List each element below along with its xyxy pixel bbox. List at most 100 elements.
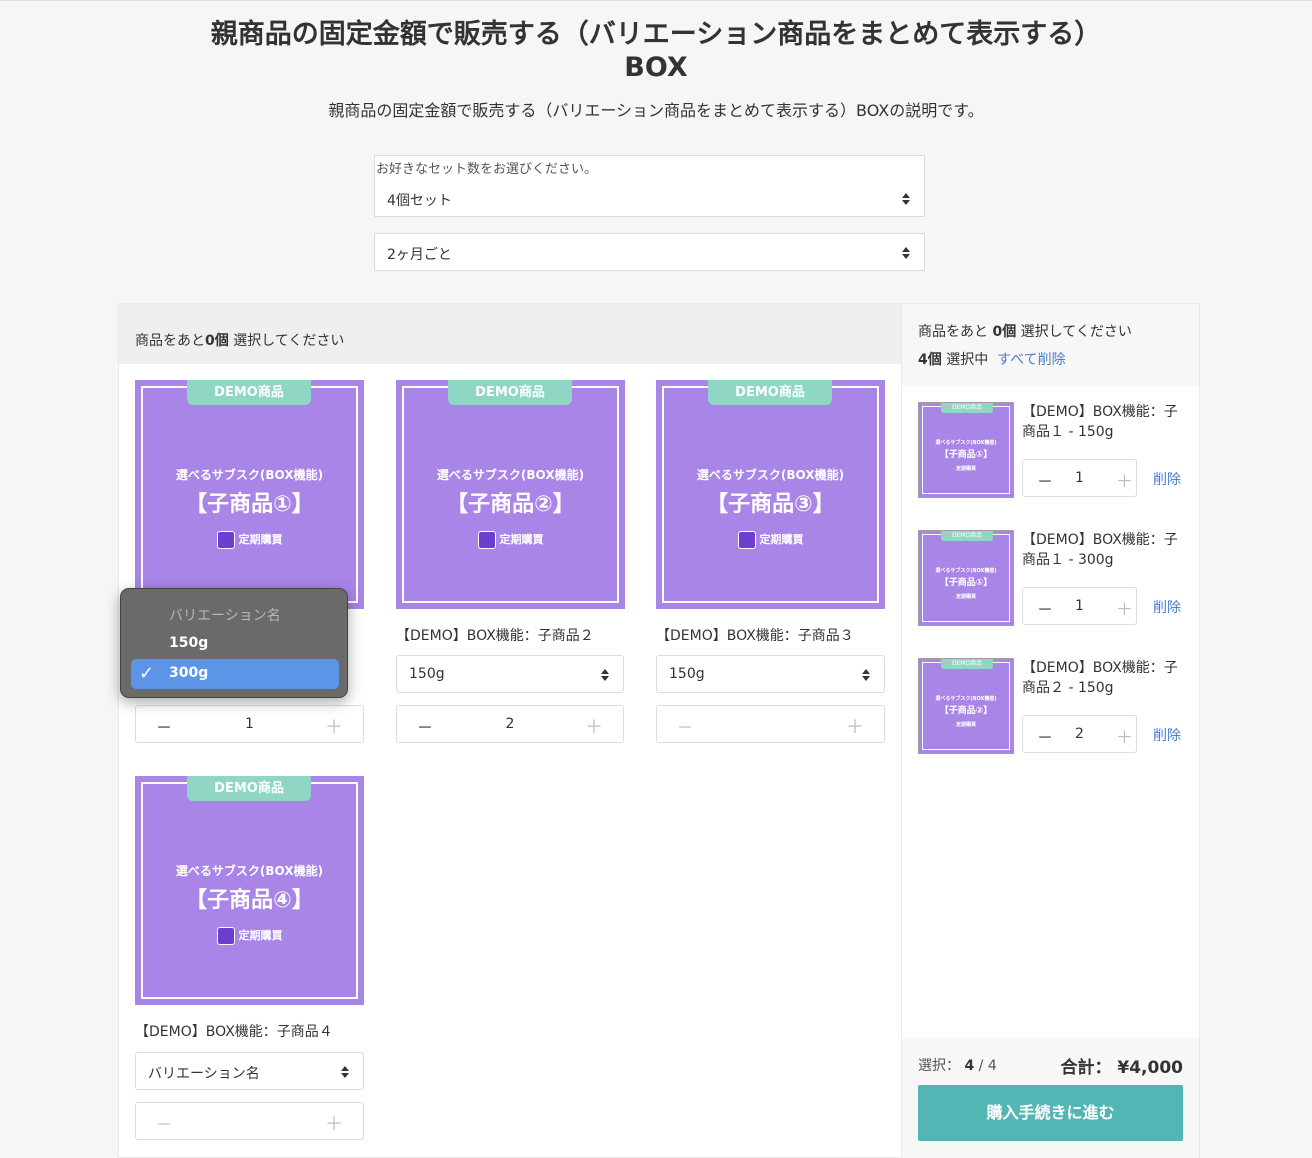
variation-value: バリエーション名 bbox=[148, 1066, 260, 1082]
interval-select[interactable]: 2ヶ月ごと bbox=[374, 233, 925, 271]
logo-text: 定期購買 bbox=[499, 533, 544, 546]
variation-dropdown-menu: バリエーション名 150g ✓ 300g bbox=[120, 588, 348, 698]
demo-badge: DEMO商品 bbox=[941, 659, 993, 669]
image-title: 【子商品①】 bbox=[939, 578, 993, 588]
remaining-count-header: 商品をあと0個 選択してください bbox=[119, 304, 901, 364]
checkout-button[interactable]: 購入手続きに進む bbox=[918, 1085, 1183, 1141]
logo-icon bbox=[737, 531, 756, 549]
delete-link[interactable]: 削除 bbox=[1153, 597, 1181, 617]
sidebar-footer: 選択： 4 / 4 合計： ¥4,000 購入手続きに進む bbox=[902, 1038, 1199, 1158]
top-border bbox=[0, 0, 1312, 3]
total-label: 合計： bbox=[1060, 1058, 1112, 1078]
variation-value: 150g bbox=[409, 666, 445, 682]
image-subtitle: 選べるサブスク(BOX機能) bbox=[696, 468, 845, 482]
interval-value: 2ヶ月ごと bbox=[387, 247, 452, 263]
page-title-line1: 親商品の固定金額で販売する（バリエーション商品をまとめて表示する） bbox=[210, 19, 1102, 50]
product-image-3[interactable]: DEMO商品 選べるサブスク(BOX機能) 【子商品③】 定期購買 bbox=[656, 380, 885, 609]
logo-text: 定期購買 bbox=[955, 466, 976, 472]
plus-icon[interactable]: ＋ bbox=[1116, 723, 1133, 748]
cart-item-image: DEMO商品 選べるサブスク(BOX機能) 【子商品①】 定期購買 bbox=[918, 402, 1014, 498]
clear-all-link[interactable]: すべて削除 bbox=[997, 352, 1065, 368]
selection-progress: 選択： 4 / 4 bbox=[918, 1055, 997, 1075]
set-count-select[interactable]: お好きなセット数をお選びください。 4個セット bbox=[374, 155, 925, 217]
image-logo: 定期購買 bbox=[135, 531, 364, 549]
cart-item-name: 【DEMO】BOX機能：子商品２ - 150g bbox=[1022, 660, 1178, 696]
selected-label: 選択中 bbox=[941, 352, 989, 368]
delete-link[interactable]: 削除 bbox=[1153, 469, 1181, 489]
selection-total: / 4 bbox=[974, 1058, 997, 1074]
remaining-count: 0個 bbox=[205, 333, 229, 349]
remaining-prefix: 商品をあと bbox=[135, 333, 205, 349]
total-value: ¥4,000 bbox=[1117, 1058, 1183, 1078]
minus-icon[interactable]: － bbox=[156, 1111, 172, 1135]
image-subtitle: 選べるサブスク(BOX機能) bbox=[436, 468, 585, 482]
image-title: 【子商品②】 bbox=[939, 706, 993, 716]
image-subtitle: 選べるサブスク(BOX機能) bbox=[935, 440, 997, 446]
selection-value: 4 bbox=[964, 1058, 975, 1074]
image-subtitle: 選べるサブスク(BOX機能) bbox=[175, 864, 324, 878]
select-arrows-icon bbox=[902, 247, 910, 259]
demo-badge: DEMO商品 bbox=[187, 380, 311, 405]
logo-text: 定期購買 bbox=[759, 533, 804, 546]
quantity-stepper-4: － ＋ bbox=[135, 1102, 364, 1140]
logo-icon bbox=[477, 531, 496, 549]
product-name-4[interactable]: 【DEMO】BOX機能：子商品４ bbox=[135, 1021, 333, 1041]
sidebar-remaining-suffix: 選択してください bbox=[1016, 324, 1132, 340]
dropdown-option-300g[interactable]: ✓ 300g bbox=[131, 659, 339, 689]
image-subtitle: 選べるサブスク(BOX機能) bbox=[175, 468, 324, 482]
set-count-value: 4個セット bbox=[387, 193, 452, 209]
plus-icon[interactable]: ＋ bbox=[1116, 467, 1133, 492]
logo-text: 定期購買 bbox=[955, 594, 976, 600]
plus-icon[interactable]: ＋ bbox=[325, 713, 343, 739]
product-name-2[interactable]: 【DEMO】BOX機能：子商品２ bbox=[396, 625, 594, 645]
select-arrows-icon bbox=[862, 669, 870, 681]
select-arrows-icon bbox=[341, 1066, 349, 1078]
page-title: 親商品の固定金額で販売する（バリエーション商品をまとめて表示する） BOX bbox=[0, 18, 1312, 84]
variation-select-2[interactable]: 150g bbox=[396, 655, 624, 693]
sidebar-selected: 4個 選択中 すべて削除 bbox=[918, 349, 1066, 369]
page-description: 親商品の固定金額で販売する（バリエーション商品をまとめて表示する）BOXの説明で… bbox=[328, 101, 984, 120]
quantity-stepper-1: － 1 ＋ bbox=[135, 705, 364, 743]
set-count-label: お好きなセット数をお選びください。 bbox=[376, 162, 598, 177]
plus-icon[interactable]: ＋ bbox=[585, 713, 603, 739]
image-logo: 定期購買 bbox=[656, 531, 885, 549]
product-image-1[interactable]: DEMO商品 選べるサブスク(BOX機能) 【子商品①】 定期購買 bbox=[135, 380, 364, 609]
order-total: 合計： ¥4,000 bbox=[1060, 1053, 1183, 1078]
quantity-stepper-3: － ＋ bbox=[656, 705, 885, 743]
sidebar-remaining: 商品をあと 0個 選択してください bbox=[918, 321, 1132, 341]
sidebar-remaining-count: 0個 bbox=[992, 324, 1017, 340]
logo-text: 定期購買 bbox=[955, 722, 976, 728]
select-arrows-icon bbox=[601, 669, 609, 681]
page-title-line2: BOX bbox=[624, 52, 688, 83]
cart-item-image: DEMO商品 選べるサブスク(BOX機能) 【子商品①】 定期購買 bbox=[918, 530, 1014, 626]
selection-label: 選択： bbox=[918, 1058, 960, 1074]
checkmark-icon: ✓ bbox=[139, 663, 155, 684]
product-name-3[interactable]: 【DEMO】BOX機能：子商品３ bbox=[656, 625, 854, 645]
sidebar-remaining-prefix: 商品をあと bbox=[918, 324, 993, 340]
demo-badge: DEMO商品 bbox=[187, 776, 311, 801]
plus-icon[interactable]: ＋ bbox=[1116, 595, 1133, 620]
logo-icon bbox=[216, 531, 235, 549]
cart-item-image: DEMO商品 選べるサブスク(BOX機能) 【子商品②】 定期購買 bbox=[918, 658, 1014, 754]
variation-select-3[interactable]: 150g bbox=[656, 655, 885, 693]
product-image-4[interactable]: DEMO商品 選べるサブスク(BOX機能) 【子商品④】 定期購買 bbox=[135, 776, 364, 1005]
image-subtitle: 選べるサブスク(BOX機能) bbox=[935, 568, 997, 574]
image-title: 【子商品①】 bbox=[939, 450, 993, 460]
product-image-2[interactable]: DEMO商品 選べるサブスク(BOX機能) 【子商品②】 定期購買 bbox=[396, 380, 625, 609]
sidebar-header: 商品をあと 0個 選択してください 4個 選択中 すべて削除 bbox=[902, 304, 1199, 386]
quantity-stepper-2: － 2 ＋ bbox=[396, 705, 624, 743]
cart-item-name: 【DEMO】BOX機能：子商品１ - 150g bbox=[1022, 404, 1178, 440]
image-title: 【子商品①】 bbox=[185, 492, 314, 517]
cart-item-name: 【DEMO】BOX機能：子商品１ - 300g bbox=[1022, 532, 1178, 568]
variation-select-4[interactable]: バリエーション名 bbox=[135, 1052, 364, 1090]
plus-icon[interactable]: ＋ bbox=[846, 713, 864, 739]
variation-value: 150g bbox=[669, 666, 705, 682]
delete-link[interactable]: 削除 bbox=[1153, 725, 1181, 745]
image-title: 【子商品②】 bbox=[446, 492, 575, 517]
plus-icon[interactable]: ＋ bbox=[325, 1110, 343, 1136]
selection-sidebar: 商品をあと 0個 選択してください 4個 選択中 すべて削除 DEMO商品 選べ… bbox=[902, 303, 1200, 1158]
demo-badge: DEMO商品 bbox=[941, 403, 993, 413]
dropdown-option-150g[interactable]: 150g bbox=[169, 635, 208, 651]
cart-quantity-stepper: － 1 ＋ bbox=[1022, 459, 1137, 497]
minus-icon[interactable]: － bbox=[677, 714, 693, 738]
